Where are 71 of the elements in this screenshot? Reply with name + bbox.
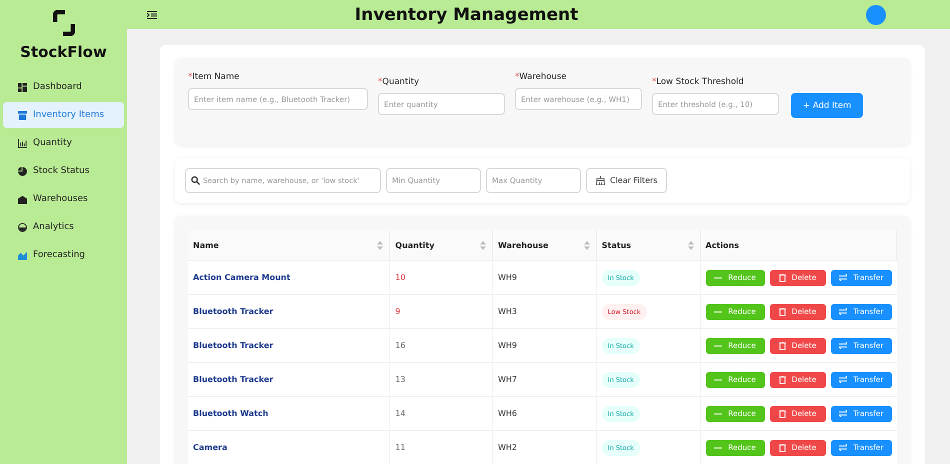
warehouse-icon: [18, 194, 27, 204]
sort-icon[interactable]: [584, 241, 590, 250]
swap-icon: [838, 308, 848, 315]
item-name-cell[interactable]: Bluetooth Tracker: [188, 328, 390, 362]
sidebar-item[interactable]: Warehouses: [3, 186, 124, 212]
field-label: *Warehouse: [515, 72, 568, 82]
sidebar-item[interactable]: Stock Status: [3, 158, 124, 184]
field-label: *Quantity: [378, 77, 420, 87]
minus-icon: [714, 446, 722, 448]
clear-filters-button[interactable]: Clear Filters: [586, 168, 668, 193]
page-title: Inventory Management: [354, 4, 578, 24]
sidebar-item[interactable]: Analytics: [3, 214, 124, 240]
sidebar-item[interactable]: Inventory Items: [3, 102, 124, 128]
trash-icon: [778, 410, 786, 418]
column-header[interactable]: Status: [596, 230, 700, 260]
grid-icon: [18, 82, 27, 92]
warehouse-cell: WH3: [492, 294, 596, 328]
sidebar-item[interactable]: Quantity: [3, 130, 124, 156]
pie-chart-icon: [18, 166, 27, 176]
warehouse-cell: WH7: [492, 362, 596, 396]
sort-icon[interactable]: [377, 241, 384, 250]
swap-icon: [838, 444, 848, 451]
warehouse-cell: WH9: [492, 328, 596, 362]
minus-icon: [714, 378, 722, 380]
quantity-cell: 10: [390, 260, 492, 294]
sidebar-item[interactable]: Forecasting: [3, 242, 124, 268]
item-name-cell[interactable]: Action Camera Mount: [188, 260, 390, 294]
quantity-cell: 14: [390, 396, 492, 430]
gauge-icon: [18, 222, 27, 232]
item-name-cell[interactable]: Camera: [188, 430, 390, 464]
trash-icon: [778, 444, 786, 452]
column-header[interactable]: Warehouse: [492, 230, 596, 260]
quantity-cell: 9: [390, 294, 492, 328]
column-header[interactable]: Name: [188, 230, 390, 260]
warehouse-cell: WH2: [492, 430, 596, 464]
column-header: Actions: [700, 230, 896, 260]
minus-icon: [714, 310, 722, 312]
minus-icon: [714, 344, 722, 346]
quantity-cell: 16: [390, 328, 492, 362]
item-name-cell[interactable]: Bluetooth Tracker: [188, 294, 390, 328]
quantity-cell: 13: [390, 362, 492, 396]
box-icon: [18, 110, 27, 120]
field-label: *Item Name: [188, 72, 240, 82]
minus-icon: [714, 412, 722, 414]
column-header[interactable]: Quantity: [390, 230, 492, 260]
trash-icon: [778, 274, 786, 282]
logo-icon: [52, 10, 74, 36]
swap-icon: [838, 376, 848, 383]
field-label: *Low Stock Threshold: [652, 77, 745, 87]
item-name-cell[interactable]: Bluetooth Watch: [188, 396, 390, 430]
avatar[interactable]: [866, 4, 886, 24]
brand-name: StockFlow: [20, 43, 107, 61]
item-name-cell[interactable]: Bluetooth Tracker: [188, 362, 390, 396]
swap-icon: [838, 410, 848, 417]
bar-chart-icon: [18, 138, 27, 148]
trash-icon: [778, 342, 786, 350]
warehouse-cell: WH9: [492, 260, 596, 294]
swap-icon: [838, 342, 848, 349]
menu-icon[interactable]: [147, 10, 157, 18]
area-chart-icon: [18, 250, 27, 260]
swap-icon: [838, 274, 848, 281]
trash-icon: [778, 376, 786, 384]
sidebar-item[interactable]: Dashboard: [3, 74, 124, 100]
minus-icon: [714, 276, 722, 278]
broom-icon: [596, 176, 605, 185]
sort-icon[interactable]: [480, 241, 486, 250]
quantity-cell: 11: [390, 430, 492, 464]
warehouse-cell: WH6: [492, 396, 596, 430]
trash-icon: [778, 308, 786, 316]
add-item-button[interactable]: + Add Item: [791, 93, 864, 118]
sort-icon[interactable]: [688, 241, 694, 250]
